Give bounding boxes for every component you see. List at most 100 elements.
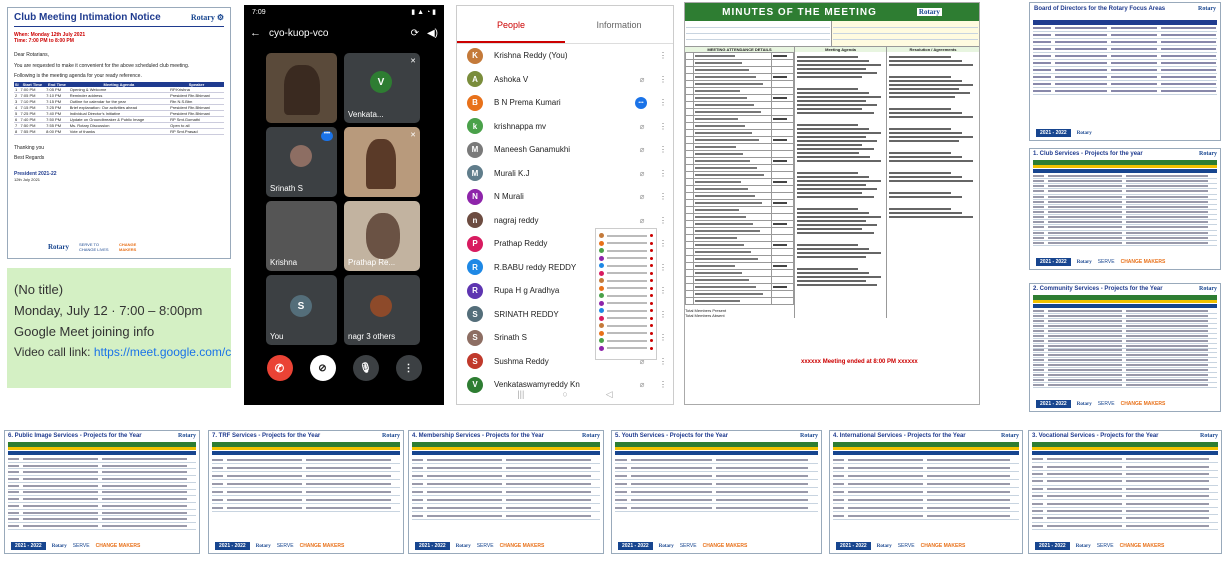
participant-avatar: B [467, 94, 483, 111]
participant-tile-1 [266, 53, 337, 123]
project-row [833, 504, 1019, 512]
more-options-icon[interactable]: ⋮ [659, 380, 667, 389]
home-icon[interactable]: ○ [562, 389, 567, 400]
minutes-title: MINUTES OF THE MEETING [722, 6, 877, 18]
participant-item[interactable]: k krishnappa mv ⌀ ⋮ [457, 115, 673, 139]
attendance-row [685, 59, 794, 67]
mic-button[interactable]: 🎙 [352, 355, 379, 381]
project-card: 1. Club Services - Projects for the year… [1029, 148, 1221, 270]
camera-off-button[interactable]: ⊘ [309, 355, 336, 381]
tab-information[interactable]: Information [565, 6, 673, 43]
tab-people[interactable]: People [457, 6, 565, 43]
participant-avatar: R [467, 282, 483, 299]
more-options-icon[interactable]: ⋮ [659, 357, 667, 366]
card-title: 4. Membership Services - Projects for th… [412, 433, 544, 439]
text-paragraph [797, 268, 884, 286]
project-row [1032, 471, 1218, 479]
participant-item[interactable]: M Murali K.J ⌀ ⋮ [457, 162, 673, 186]
greeting: Dear Rotarians, [14, 52, 50, 58]
participant-name: Venkataswamyreddy Kn [494, 380, 580, 390]
text-paragraph [889, 152, 977, 162]
more-dots-icon[interactable]: ••• [321, 131, 333, 141]
more-options-icon[interactable]: ⋮ [659, 145, 667, 154]
participant-avatar: n [467, 212, 483, 229]
more-options-icon[interactable]: ⋮ [659, 192, 667, 201]
sign-date: 12th July 2021 [14, 177, 41, 182]
mini-row [599, 255, 653, 263]
more-options-icon[interactable]: ⋮ [659, 122, 667, 131]
board-row [1033, 32, 1217, 39]
participant-tile-krishna: Krishna [266, 201, 337, 271]
subheader-bar [1033, 165, 1217, 168]
board-row [1033, 53, 1217, 60]
more-options-icon[interactable]: ⋮ [659, 51, 667, 60]
attendance-row [685, 269, 794, 277]
project-row [412, 480, 600, 488]
event-when: Monday, July 12 · 7:00 – 8:00pm [14, 303, 203, 318]
attendance-row [685, 136, 794, 144]
project-row [412, 464, 600, 472]
more-options-icon[interactable]: ⋮ [659, 263, 667, 272]
project-row [412, 488, 600, 496]
more-options-icon[interactable]: ⋮ [659, 333, 667, 342]
mini-row [599, 330, 653, 338]
end-call-button[interactable]: ✆ [266, 355, 293, 381]
attendance-row [685, 52, 794, 60]
speaking-indicator-icon: ••• [635, 96, 647, 109]
attendance-row [685, 171, 794, 179]
more-options-button[interactable]: ⋮ [395, 355, 422, 381]
event-title: (No title) [14, 282, 64, 297]
text-paragraph [889, 76, 977, 98]
participant-tile-3: ✕ [344, 127, 420, 197]
participant-item[interactable]: N N Murali ⌀ ⋮ [457, 185, 673, 209]
back-arrow-icon[interactable]: ← [250, 27, 261, 39]
status-time: 7:09 [252, 8, 266, 16]
more-options-icon[interactable]: ⋮ [659, 169, 667, 178]
video-call-link[interactable]: https://meet.google.com/cyo-kuop-vco [94, 345, 231, 359]
more-options-icon[interactable]: ⋮ [659, 98, 667, 107]
camera-switch-icon[interactable]: ⟳ [411, 28, 419, 39]
agenda-row: 4 7:15 PM 7:25 PM Brief explanation: Our ac… [14, 104, 224, 111]
mini-participant-overlay [595, 228, 657, 360]
recent-apps-icon[interactable]: ||| [517, 389, 524, 400]
project-row [1032, 478, 1218, 486]
more-options-icon[interactable]: ⋮ [659, 216, 667, 225]
muted-mic-icon: ✕ [410, 58, 416, 65]
participant-item[interactable]: K Krishna Reddy (You) ⋮ [457, 44, 673, 68]
attendance-row [685, 185, 794, 193]
regards: Best Regards [14, 155, 45, 161]
board-row [1033, 39, 1217, 46]
attendance-row [685, 178, 794, 186]
subheader-bar [8, 447, 196, 450]
project-card: 4. Membership Services - Projects for th… [408, 430, 604, 554]
tile-name: nagr 3 others [348, 332, 396, 341]
card-title: 1. Club Services - Projects for the year [1033, 151, 1143, 157]
meeting-time: Time: 7:00 PM to 8:00 PM [14, 38, 74, 44]
more-options-icon[interactable]: ⋮ [659, 310, 667, 319]
project-row [8, 483, 196, 490]
tile-name: You [270, 332, 284, 341]
rotary-logo: Rotary [178, 433, 196, 439]
more-options-icon[interactable]: ⋮ [659, 75, 667, 84]
participant-avatar: K [467, 47, 483, 64]
footer-serve-logo: SERVE TO CHANGE LIVES [79, 242, 109, 252]
agenda-cell: 7:55 PM [19, 128, 46, 135]
back-nav-icon[interactable]: ◁ [606, 389, 613, 400]
more-options-icon[interactable]: ⋮ [659, 286, 667, 295]
participant-item[interactable]: A Ashoka V ⌀ ⋮ [457, 68, 673, 92]
participant-item[interactable]: M Maneesh Ganamukhi ⌀ ⋮ [457, 138, 673, 162]
card-title: 6. Public Image Services - Projects for … [8, 433, 142, 439]
minutes-document: MINUTES OF THE MEETING Rotary MEETING AT… [684, 2, 980, 405]
participant-tile-prathap: Prathap Re... [344, 201, 420, 271]
attendance-row [685, 108, 794, 116]
more-options-icon[interactable]: ⋮ [659, 239, 667, 248]
project-row [8, 456, 196, 463]
project-row [833, 512, 1019, 520]
attendance-row [685, 248, 794, 256]
subheader-bar [833, 447, 1019, 450]
mini-row [599, 315, 653, 323]
participant-item[interactable]: B B N Prema Kumari ••• ⋮ [457, 91, 673, 115]
tile-name: Srinath S [270, 184, 303, 193]
attendance-row [685, 276, 794, 284]
speaker-icon[interactable]: ◀) [427, 28, 438, 39]
